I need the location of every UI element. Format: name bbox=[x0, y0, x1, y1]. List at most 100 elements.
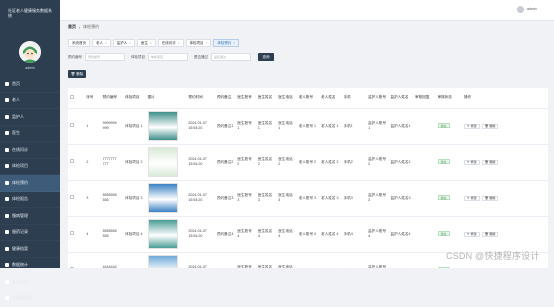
cell-doc-phone: 医生电话 5 bbox=[276, 252, 296, 268]
trash-icon: 🗑 bbox=[485, 232, 489, 237]
status-cell: 通过 bbox=[436, 216, 463, 252]
sidebar-item-label: 社区公告 bbox=[12, 279, 28, 285]
sidebar-item[interactable]: 体检报告 bbox=[0, 192, 60, 209]
sidebar-item[interactable]: 医生 bbox=[0, 126, 60, 143]
row-checkbox[interactable] bbox=[70, 195, 74, 199]
close-icon[interactable]: × bbox=[206, 41, 208, 45]
checkup-thumbnail[interactable] bbox=[148, 183, 178, 213]
cell-doc-acc: 医生账号 5 bbox=[235, 252, 255, 268]
sidebar-item[interactable]: 老人 bbox=[0, 93, 60, 110]
edit-icon: ✎ bbox=[467, 232, 470, 237]
row-checkbox[interactable] bbox=[70, 159, 74, 163]
column-header: 老人姓名 bbox=[319, 88, 341, 108]
close-icon[interactable]: × bbox=[105, 41, 107, 45]
search-select-approved[interactable]: 是否通过 bbox=[211, 53, 251, 61]
cell-index: 3 bbox=[84, 180, 100, 216]
cell-g-acc: 监护人账号2 bbox=[366, 144, 388, 180]
cell-time: 2024-01-07 15:54:20 bbox=[186, 180, 215, 216]
cell-doc-acc: 医生账号 1 bbox=[235, 108, 255, 144]
cell-note: 预约备注4 bbox=[215, 216, 235, 252]
sidebar-item[interactable]: 监护人 bbox=[0, 109, 60, 126]
close-icon[interactable]: × bbox=[129, 41, 131, 45]
cell-index: 1 bbox=[84, 108, 100, 144]
bulk-delete-label: 删除 bbox=[76, 72, 83, 77]
table-row[interactable]: 35555555 555体检项目 32024-01-07 15:54:20预约备… bbox=[68, 180, 548, 216]
delete-button[interactable]: 🗑删除 bbox=[482, 232, 499, 237]
tab-label: 体检项目 bbox=[190, 41, 204, 46]
checkup-thumbnail[interactable] bbox=[148, 147, 178, 177]
row-checkbox[interactable] bbox=[70, 231, 74, 235]
sidebar-item[interactable]: 社区公告 bbox=[0, 274, 60, 291]
tab[interactable]: 医生× bbox=[137, 39, 156, 47]
column-header: 医生姓名 bbox=[256, 88, 276, 108]
status-badge: 通过 bbox=[438, 159, 450, 164]
sidebar-item[interactable]: 在线问诊 bbox=[0, 142, 60, 159]
cell-g-acc: 监护人账号1 bbox=[366, 108, 388, 144]
sidebar-item[interactable]: 轮播图管理 bbox=[0, 291, 60, 307]
search-input-item[interactable]: 体检项目 bbox=[148, 53, 188, 61]
header-username[interactable]: admin bbox=[527, 7, 537, 11]
cell-time: 2024-01-07 15:54:20 bbox=[186, 144, 215, 180]
tab[interactable]: 系统首页 bbox=[68, 39, 90, 47]
delete-button[interactable]: 🗑删除 bbox=[482, 160, 499, 165]
delete-button[interactable]: 🗑删除 bbox=[482, 196, 499, 201]
tab[interactable]: 老人× bbox=[92, 39, 111, 47]
select-all-checkbox[interactable] bbox=[70, 95, 74, 99]
sidebar-item[interactable]: 慢病管理 bbox=[0, 208, 60, 225]
breadcrumb-home[interactable]: 首页 bbox=[68, 24, 76, 30]
table-row[interactable]: 27777777 777体检项目 22024-01-07 15:54:20预约备… bbox=[68, 144, 548, 180]
app-title: 社区老人健康服务数据系统 bbox=[0, 0, 60, 18]
search-button[interactable]: 查询 bbox=[258, 53, 274, 61]
cell-note: 预约备注5 bbox=[215, 252, 235, 268]
sidebar-item[interactable]: 健康档案 bbox=[0, 241, 60, 258]
trash-icon: 🗑 bbox=[71, 72, 75, 76]
search-label-approved: 是否通过 bbox=[194, 55, 208, 60]
close-icon[interactable]: × bbox=[178, 41, 180, 45]
header-avatar[interactable] bbox=[517, 6, 524, 13]
tab[interactable]: 体检项目× bbox=[186, 39, 212, 47]
cell-item: 体检项目 2 bbox=[123, 144, 145, 180]
checkup-thumbnail[interactable] bbox=[148, 255, 178, 268]
checkup-thumbnail[interactable] bbox=[148, 219, 178, 249]
avatar[interactable] bbox=[19, 41, 41, 63]
delete-button-label: 删除 bbox=[489, 124, 495, 129]
tab-label: 监护人 bbox=[117, 41, 128, 46]
column-header: 序号 bbox=[84, 88, 100, 108]
table-row[interactable]: 19999999 999体检项目 12024-01-07 15:54:20预约备… bbox=[68, 108, 548, 144]
cell-g-name: 监护人姓名1 bbox=[389, 108, 414, 144]
cell-reply bbox=[413, 108, 435, 144]
sidebar-item[interactable]: 数据统计 bbox=[0, 258, 60, 275]
table-body: 19999999 999体检项目 12024-01-07 15:54:20预约备… bbox=[68, 108, 548, 268]
edit-button[interactable]: ✎修改 bbox=[464, 196, 480, 201]
bulk-delete-button[interactable]: 🗑 删除 bbox=[68, 70, 86, 78]
menu-icon bbox=[5, 247, 9, 251]
edit-button[interactable]: ✎修改 bbox=[464, 160, 480, 165]
edit-icon: ✎ bbox=[467, 196, 470, 201]
sidebar-item[interactable]: 服药记录 bbox=[0, 225, 60, 242]
sidebar-item[interactable]: 体检项目 bbox=[0, 159, 60, 176]
tab[interactable]: 在线问诊× bbox=[158, 39, 184, 47]
cell-phone: 手机3 bbox=[342, 180, 367, 216]
table-row[interactable]: 45555555 555体检项目 42024-01-07 15:54:20预约备… bbox=[68, 216, 548, 252]
row-checkbox[interactable] bbox=[70, 123, 74, 127]
sidebar-item[interactable]: 首页 bbox=[0, 76, 60, 93]
search-input-code[interactable]: 预约编号 bbox=[85, 53, 125, 61]
sidebar-item[interactable]: 体检预约 bbox=[0, 175, 60, 192]
tab-label: 在线问诊 bbox=[162, 41, 176, 46]
status-badge: 通过 bbox=[438, 123, 450, 128]
delete-button[interactable]: 🗑删除 bbox=[482, 124, 499, 129]
edit-button[interactable]: ✎修改 bbox=[464, 124, 480, 129]
column-header bbox=[68, 88, 84, 108]
sidebar-item-label: 老人 bbox=[12, 97, 20, 103]
cell-index: 2 bbox=[84, 144, 100, 180]
cell-reply bbox=[413, 180, 435, 216]
tab[interactable]: 监护人× bbox=[113, 39, 135, 47]
close-icon[interactable]: × bbox=[150, 41, 152, 45]
breadcrumb-current: 体检预约 bbox=[83, 24, 99, 30]
tab[interactable]: 体检预约× bbox=[213, 39, 239, 47]
close-icon[interactable]: × bbox=[233, 41, 235, 45]
top-bar bbox=[60, 0, 554, 21]
checkup-thumbnail[interactable] bbox=[148, 111, 178, 141]
edit-button[interactable]: ✎修改 bbox=[464, 232, 480, 237]
sidebar-item-label: 医生 bbox=[12, 130, 20, 136]
